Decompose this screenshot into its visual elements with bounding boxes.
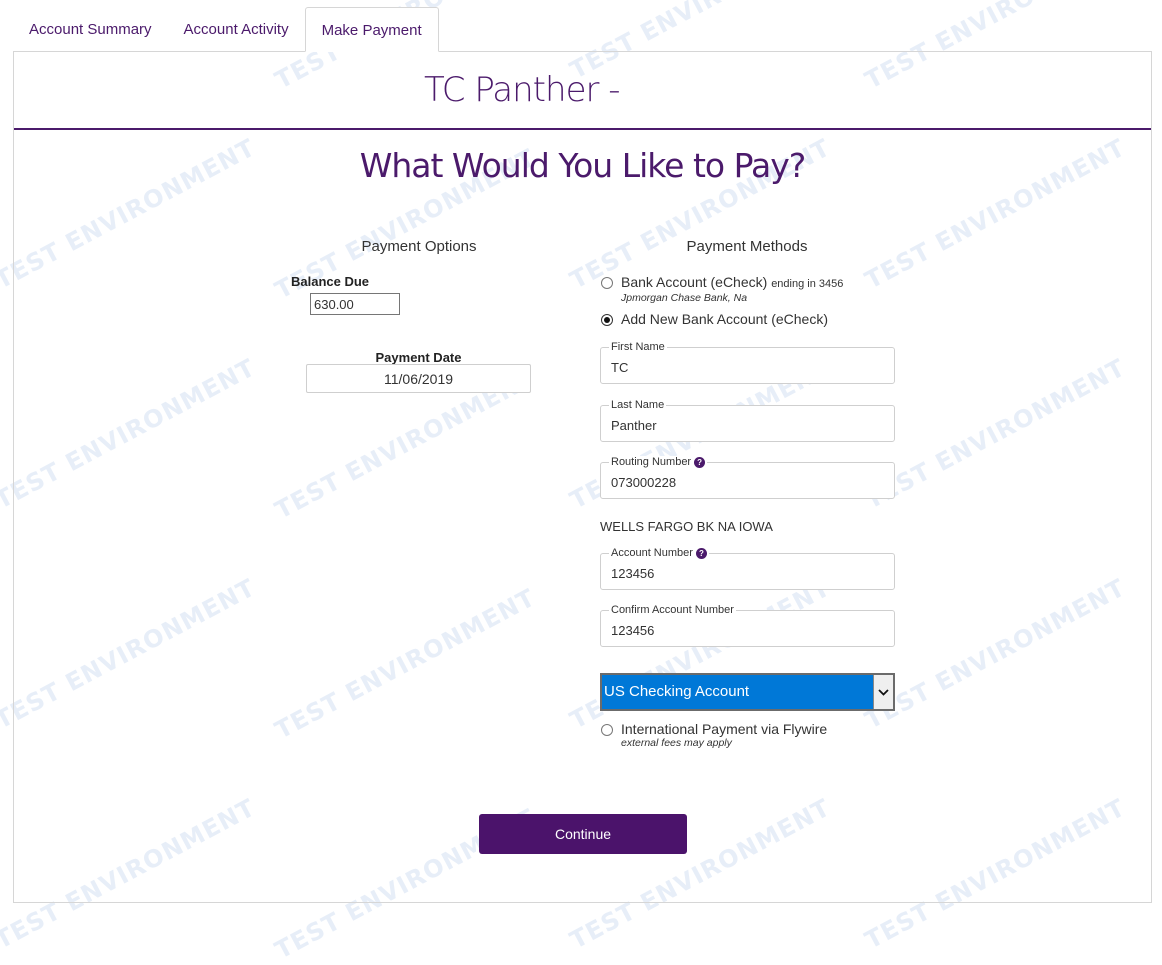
account-title: TC Panther - bbox=[424, 70, 621, 110]
add-new-bank-label: Add New Bank Account (eCheck) bbox=[621, 311, 828, 327]
tab-account-activity[interactable]: Account Activity bbox=[168, 7, 305, 51]
payment-methods-heading: Payment Methods bbox=[686, 238, 808, 255]
routing-number-field[interactable]: Routing Number ? 073000228 bbox=[600, 456, 895, 499]
first-name-field[interactable]: First Name TC bbox=[600, 341, 895, 384]
payment-card: TC Panther - What Would You Like to Pay?… bbox=[13, 51, 1152, 903]
first-name-label: First Name bbox=[609, 341, 667, 353]
tab-make-payment[interactable]: Make Payment bbox=[304, 7, 439, 52]
account-type-select[interactable]: US Checking Account bbox=[600, 673, 895, 711]
first-name-value[interactable]: TC bbox=[611, 360, 628, 375]
payment-date-label: Payment Date bbox=[375, 350, 462, 365]
balance-due-label: Balance Due bbox=[291, 274, 370, 289]
confirm-account-number-label: Confirm Account Number bbox=[609, 604, 736, 616]
last-name-label-text: Last Name bbox=[611, 399, 665, 411]
last-name-value[interactable]: Panther bbox=[611, 418, 657, 433]
account-number-label-text: Account Number bbox=[611, 547, 693, 559]
chevron-down-icon[interactable] bbox=[873, 675, 893, 709]
confirm-account-number-field[interactable]: Confirm Account Number 123456 bbox=[600, 604, 895, 647]
account-type-selected: US Checking Account bbox=[604, 683, 750, 700]
existing-bank-name: Jpmorgan Chase Bank, Na bbox=[621, 292, 748, 304]
tab-account-summary[interactable]: Account Summary bbox=[13, 7, 168, 51]
add-new-bank-radio[interactable] bbox=[601, 314, 613, 326]
payment-options-heading: Payment Options bbox=[361, 238, 477, 255]
question-circle-icon[interactable]: ? bbox=[694, 456, 706, 468]
existing-bank-label: Bank Account (eCheck) bbox=[621, 274, 768, 290]
international-label: International Payment via Flywire bbox=[621, 721, 828, 737]
international-note: external fees may apply bbox=[621, 737, 732, 749]
existing-bank-radio[interactable] bbox=[601, 277, 613, 289]
add-new-bank-option[interactable]: Add New Bank Account (eCheck) bbox=[601, 311, 828, 328]
last-name-label: Last Name bbox=[609, 399, 667, 411]
routing-bank-name: WELLS FARGO BK NA IOWA bbox=[600, 519, 773, 534]
first-name-label-text: First Name bbox=[611, 341, 665, 353]
account-number-value[interactable]: 123456 bbox=[611, 566, 654, 581]
account-number-field[interactable]: Account Number ? 123456 bbox=[600, 547, 895, 590]
last-name-field[interactable]: Last Name Panther bbox=[600, 399, 895, 442]
existing-bank-option[interactable]: Bank Account (eCheck) ending in 3456 Jpm… bbox=[601, 274, 843, 304]
international-radio[interactable] bbox=[601, 724, 613, 736]
routing-number-label-text: Routing Number bbox=[611, 456, 692, 468]
routing-number-value[interactable]: 073000228 bbox=[611, 475, 676, 490]
routing-number-label: Routing Number ? bbox=[609, 456, 708, 468]
confirm-account-number-label-text: Confirm Account Number bbox=[611, 604, 734, 616]
question-circle-icon[interactable]: ? bbox=[695, 547, 707, 559]
tab-bar: Account Summary Account Activity Make Pa… bbox=[13, 7, 439, 52]
international-option[interactable]: International Payment via Flywire extern… bbox=[601, 721, 827, 749]
balance-due-input[interactable] bbox=[310, 293, 400, 315]
page-heading: What Would You Like to Pay? bbox=[359, 146, 807, 185]
confirm-account-number-value[interactable]: 123456 bbox=[611, 623, 654, 638]
payment-date-input[interactable] bbox=[306, 364, 531, 393]
existing-bank-suffix: ending in 3456 bbox=[771, 278, 844, 290]
card-header: TC Panther - bbox=[14, 52, 1151, 130]
continue-button[interactable]: Continue bbox=[479, 814, 687, 854]
existing-bank-text: Bank Account (eCheck) ending in 3456 bbox=[621, 274, 843, 293]
account-number-label: Account Number ? bbox=[609, 547, 709, 559]
